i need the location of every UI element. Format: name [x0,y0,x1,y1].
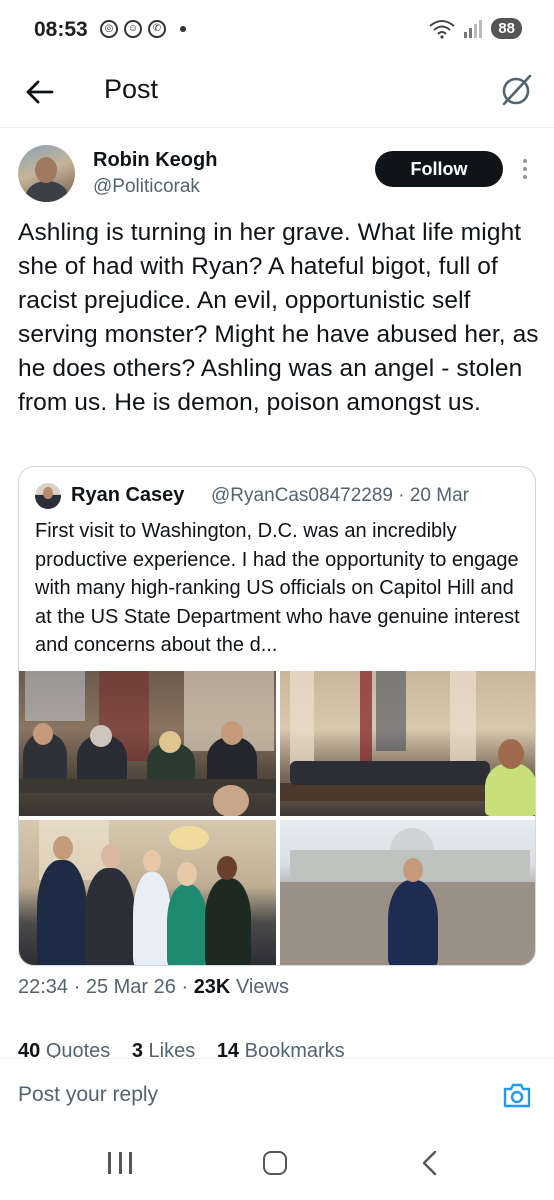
camera-icon[interactable] [502,1081,532,1109]
seated-people-shape [290,761,490,785]
person-head-shape [217,856,237,880]
post-text: Ashling is turning in her grave. What li… [18,219,539,416]
column-shape [450,671,476,771]
person-head-shape [221,721,243,745]
grok-icon[interactable] [498,72,534,108]
person-head-shape [53,836,73,860]
recent-apps-icon[interactable] [108,1152,132,1174]
media-image-2[interactable] [280,671,535,816]
quoted-post[interactable]: Ryan Casey @RyanCas08472289 · 20 Mar Fir… [18,466,536,966]
chandelier-shape [169,826,209,850]
person-shape [133,872,171,965]
battery-indicator: 88 [491,18,522,39]
status-bar: 08:53 ◎ ☺ ✆ 88 [0,0,554,62]
views-label: Views [235,976,289,998]
top-app-bar: Post [0,62,554,128]
author-name[interactable]: Robin Keogh [93,149,217,172]
avatar-body-shape [26,181,68,202]
post-author-row: Robin Keogh @Politicorak Follow [18,145,538,205]
window-shape [376,671,406,751]
post-timestamp-row: 22:34 · 25 Mar 26 · 23K Views [18,976,289,998]
wifi-icon [429,19,455,39]
person-shape [388,880,438,965]
more-dot-icon [180,26,186,32]
page-title: Post [104,74,159,104]
column-shape [290,671,314,771]
system-back-icon[interactable] [420,1150,440,1176]
author-handle[interactable]: @Politicorak [93,176,200,198]
person-head-shape [90,725,112,747]
person-head-shape [101,844,121,868]
quoted-author-meta: @RyanCas08472289 · 20 Mar [211,485,469,506]
person-shape [85,868,135,965]
person-shape [167,884,207,965]
views-count: 23K [193,976,231,998]
reply-input[interactable]: Post your reply [18,1083,158,1107]
reply-bar: Post your reply [0,1058,554,1136]
person-head-shape [159,731,181,753]
person-head-shape [177,862,197,886]
window-shape [25,671,85,721]
notification-icons: ◎ ☺ ✆ [100,20,186,38]
quoted-author-avatar [35,483,61,509]
quoted-post-text: First visit to Washington, D.C. was an i… [35,520,520,657]
quoted-post-header: Ryan Casey @RyanCas08472289 · 20 Mar [35,481,525,511]
post-time: 22:34 [18,976,69,998]
follow-button[interactable]: Follow [375,151,503,187]
whatsapp-icon: ✆ [148,20,166,38]
table-shape [280,783,490,801]
author-avatar[interactable] [18,145,75,202]
media-image-3[interactable] [19,820,276,965]
back-arrow-icon[interactable] [24,76,56,108]
person-head-shape [498,739,524,769]
snapchat-icon: ☺ [124,20,142,38]
media-image-1[interactable] [19,671,276,816]
media-grid [19,671,535,965]
quoted-author-name: Ryan Casey [71,484,185,506]
person-head-shape [143,850,161,872]
post-date: 25 Mar 26 [85,976,176,998]
person-head-shape [33,723,53,745]
status-time: 08:53 [34,18,88,41]
home-icon[interactable] [263,1151,287,1175]
system-navigation-bar [0,1136,554,1200]
more-options-icon[interactable] [516,155,534,183]
signal-icon [464,19,483,38]
person-shape [205,878,251,965]
person-shape [485,763,535,816]
data-saver-icon: ◎ [100,20,118,38]
person-shape [37,860,87,965]
avatar-face-shape [35,157,57,183]
person-head-shape [403,858,423,882]
curtain-shape [360,671,372,761]
person-head-shape [213,785,249,816]
system-indicators: 88 [429,18,522,39]
media-image-4[interactable] [280,820,535,965]
